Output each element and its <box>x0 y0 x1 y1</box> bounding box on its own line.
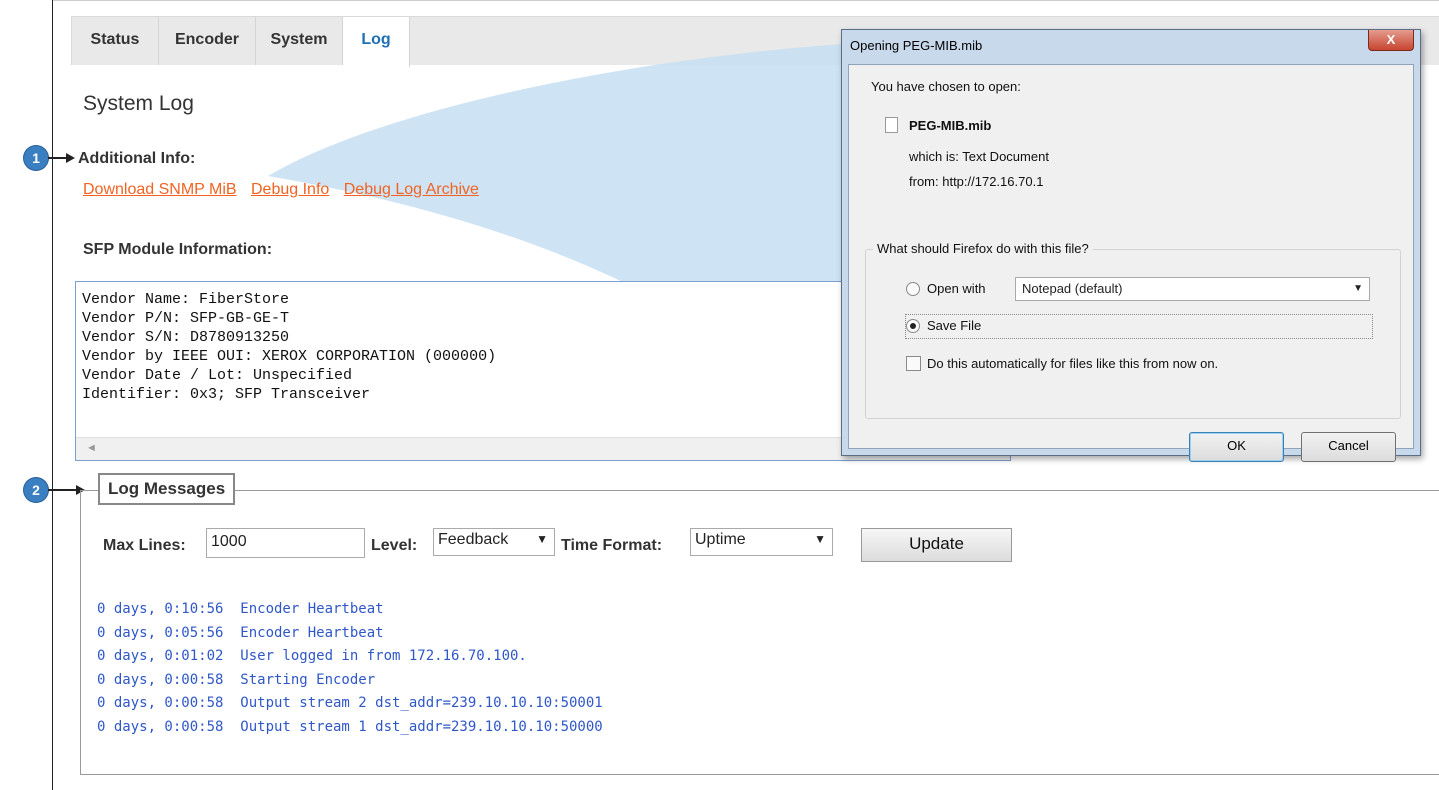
scroll-left-icon[interactable]: ◄ <box>86 442 97 454</box>
sfp-line: Identifier: 0x3; SFP Transceiver <box>82 386 371 403</box>
save-file-label[interactable]: Save File <box>927 318 981 333</box>
open-with-label[interactable]: Open with <box>927 281 986 296</box>
sfp-line: Vendor P/N: SFP-GB-GE-T <box>82 310 290 327</box>
file-source: from: http://172.16.70.1 <box>909 174 1044 189</box>
sfp-line: Vendor by IEEE OUI: XEROX CORPORATION (0… <box>82 348 497 365</box>
update-button[interactable]: Update <box>861 528 1012 562</box>
sfp-info-text: Vendor Name: FiberStore Vendor P/N: SFP-G… <box>82 290 496 404</box>
log-entry: 0 days, 0:00:58 Output stream 2 dst_addr… <box>97 695 603 712</box>
level-select[interactable]: Feedback ▼ <box>433 528 555 556</box>
tab-encoder[interactable]: Encoder <box>159 17 256 65</box>
page-top-border <box>52 0 1439 1</box>
max-lines-label: Max Lines: <box>103 537 186 554</box>
text-file-icon <box>885 117 898 133</box>
marker-2-arrow-line <box>48 489 76 491</box>
tab-log[interactable]: Log <box>343 17 410 67</box>
log-entry: 0 days, 0:10:56 Encoder Heartbeat <box>97 601 384 617</box>
additional-info-heading: Additional Info: <box>78 150 196 167</box>
open-with-radio[interactable] <box>906 282 920 296</box>
level-label: Level: <box>371 537 418 554</box>
max-lines-input[interactable]: 1000 <box>206 528 365 558</box>
page-left-border <box>52 0 53 790</box>
file-name: PEG-MIB.mib <box>909 118 992 133</box>
log-entry: 0 days, 0:00:58 Output stream 1 dst_addr… <box>97 718 603 735</box>
marker-1-arrow-head <box>66 153 75 163</box>
sfp-heading: SFP Module Information: <box>83 241 273 258</box>
close-icon[interactable]: X <box>1368 30 1414 51</box>
sfp-line: Vendor Name: FiberStore <box>82 291 290 308</box>
marker-1-arrow-line <box>48 157 66 159</box>
open-with-select-value: Notepad (default) <box>1022 281 1123 296</box>
chevron-down-icon: ▼ <box>1353 283 1363 294</box>
action-group-legend: What should Firefox do with this file? <box>873 241 1093 256</box>
download-snmp-mib-link[interactable]: Download SNMP MiB <box>83 181 237 198</box>
time-format-select-value: Uptime <box>695 531 746 548</box>
sfp-line: Vendor Date / Lot: Unspecified <box>82 367 353 384</box>
file-type: which is: Text Document <box>909 149 1049 164</box>
cancel-button[interactable]: Cancel <box>1301 432 1396 462</box>
callout-marker-2: 2 <box>24 478 48 502</box>
page-title: System Log <box>83 92 194 115</box>
sfp-line: Vendor S/N: D8780913250 <box>82 329 290 346</box>
chevron-down-icon: ▼ <box>814 532 826 546</box>
download-dialog: Opening PEG-MIB.mib X You have chosen to… <box>841 29 1421 462</box>
dialog-title: Opening PEG-MIB.mib <box>850 38 983 53</box>
tab-system[interactable]: System <box>256 17 343 65</box>
dialog-intro: You have chosen to open: <box>871 79 1021 94</box>
dialog-body: You have chosen to open: PEG-MIB.mib whi… <box>848 64 1414 462</box>
open-with-select[interactable]: Notepad (default) ▼ <box>1015 277 1370 301</box>
callout-marker-1: 1 <box>24 146 48 170</box>
time-format-label: Time Format: <box>561 537 663 554</box>
level-select-value: Feedback <box>438 531 509 548</box>
log-messages-legend: Log Messages <box>98 473 236 505</box>
auto-action-checkbox[interactable] <box>906 356 921 371</box>
log-entry: 0 days, 0:00:58 Starting Encoder <box>97 671 376 688</box>
tab-status[interactable]: Status <box>72 17 159 65</box>
additional-info-links: Download SNMP MiB Debug Info Debug Log A… <box>83 181 489 199</box>
log-entry: 0 days, 0:05:56 Encoder Heartbeat <box>97 624 384 641</box>
debug-info-link[interactable]: Debug Info <box>251 181 329 198</box>
time-format-select[interactable]: Uptime ▼ <box>690 528 833 556</box>
save-file-radio[interactable] <box>906 319 920 333</box>
ok-button[interactable]: OK <box>1189 432 1284 462</box>
debug-log-archive-link[interactable]: Debug Log Archive <box>344 181 479 198</box>
auto-action-label[interactable]: Do this automatically for files like thi… <box>927 356 1218 371</box>
log-entry: 0 days, 0:01:02 User logged in from 172.… <box>97 648 527 665</box>
chevron-down-icon: ▼ <box>536 532 548 546</box>
log-entries: 0 days, 0:10:56 Encoder Heartbeat 0 days,… <box>97 598 603 740</box>
